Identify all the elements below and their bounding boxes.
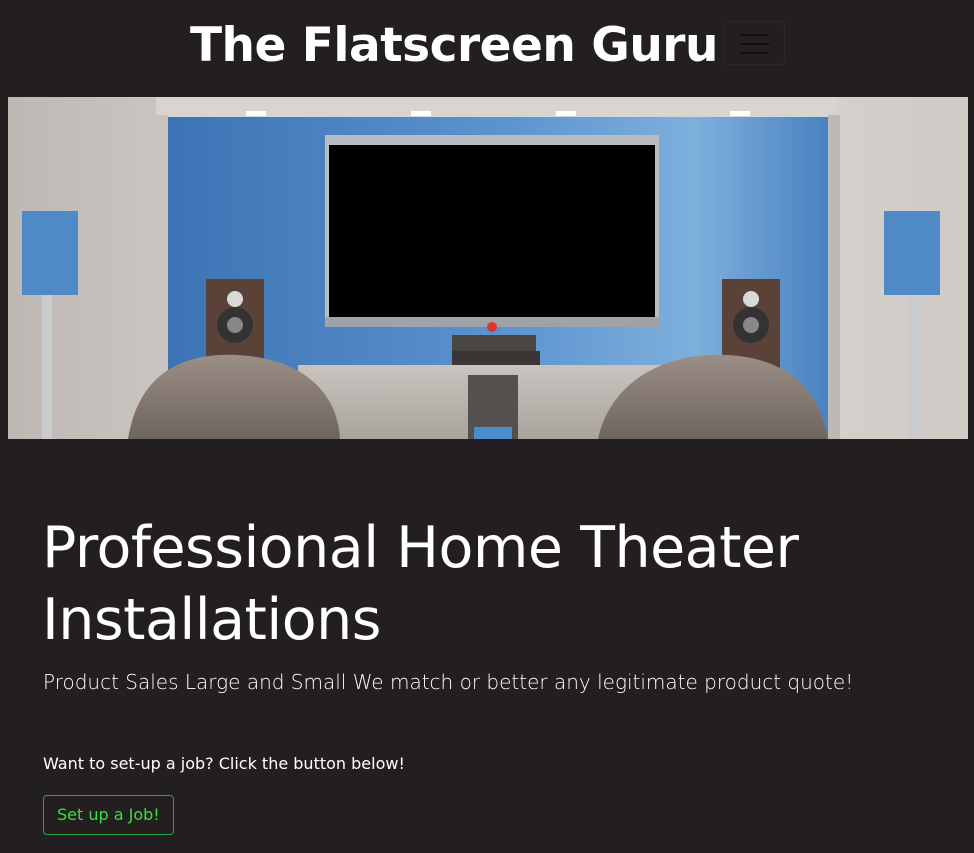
- navbar: The Flatscreen Guru: [0, 0, 974, 96]
- brand-title[interactable]: The Flatscreen Guru: [190, 14, 718, 78]
- set-up-job-button[interactable]: Set up a Job!: [43, 795, 174, 835]
- tagline: Product Sales Large and Small We match o…: [43, 670, 854, 694]
- page-headline: Professional Home Theater Installations: [42, 515, 799, 653]
- hero-image: [8, 97, 968, 439]
- navbar-toggle-button[interactable]: [723, 21, 785, 65]
- cta-prompt-text: Want to set-up a job? Click the button b…: [43, 754, 405, 773]
- hamburger-menu-icon: [741, 34, 769, 54]
- home-theater-room-image: [8, 97, 968, 439]
